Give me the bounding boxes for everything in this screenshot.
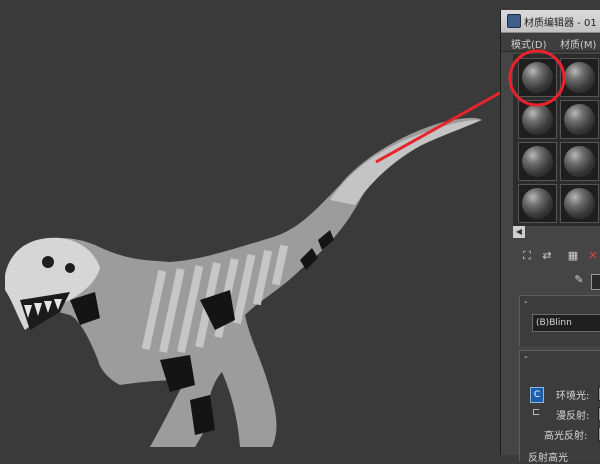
assign-material-icon[interactable]: ▦ — [565, 248, 581, 264]
rollout-collapse-icon[interactable]: - — [524, 352, 528, 363]
eyedropper-icon[interactable]: ✎ — [571, 272, 587, 288]
highlight-circle — [508, 49, 566, 107]
annotation-arrow — [375, 88, 506, 164]
delete-icon[interactable]: ✕ — [585, 248, 600, 264]
specular-highlights-label: 反射高光 — [528, 453, 568, 464]
ambient-label: 环境光: — [556, 391, 590, 402]
sample-slot-7[interactable] — [518, 184, 557, 223]
sample-sphere — [522, 146, 553, 177]
put-to-scene-icon[interactable]: ⇄ — [539, 248, 555, 264]
scroll-left-arrow[interactable]: ◀ — [513, 226, 525, 238]
material-name-field[interactable] — [591, 274, 600, 290]
editor-toolbar: ⛶ ⇄ ▦ ✕ — [513, 248, 600, 266]
shader-type-select[interactable]: (B)Blinn — [532, 314, 600, 332]
rollout-collapse-icon[interactable]: - — [524, 297, 528, 308]
lock-bracket-icon[interactable]: ⊏ — [532, 407, 541, 419]
sample-slot-6[interactable] — [560, 142, 599, 181]
sample-sphere — [564, 188, 595, 219]
diffuse-label: 漫反射: — [556, 411, 590, 422]
get-material-icon[interactable]: ⛶ — [519, 248, 535, 264]
sample-slot-5[interactable] — [518, 142, 557, 181]
sample-sphere — [564, 146, 595, 177]
lock-icon[interactable]: C — [530, 387, 544, 403]
picker-row: ✎ — [571, 272, 600, 292]
specular-label: 高光反射: — [544, 431, 588, 442]
blinn-basic-params-rollout: - C ⊏ 环境光: 漫反射: 高光反射: 反射高光 — [519, 350, 600, 464]
sample-slot-8[interactable] — [560, 184, 599, 223]
material-editor-panel[interactable]: 材质编辑器 - 01 模式(D) 材质(M) ◀ ⛶ ⇄ ▦ ✕ ✎ - (B)… — [500, 10, 600, 464]
shader-basic-rollout: - (B)Blinn — [519, 295, 600, 346]
sample-sphere — [522, 188, 553, 219]
